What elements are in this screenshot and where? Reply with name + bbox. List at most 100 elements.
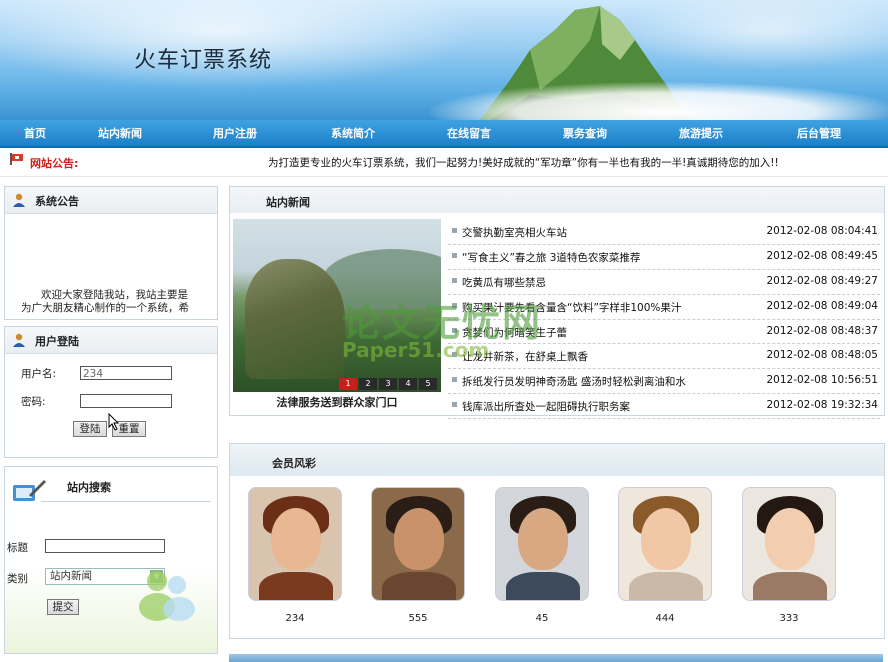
bullet-icon [452, 402, 457, 408]
list-item[interactable]: 拆纸发行员发明神奇汤匙 盛汤时轻松剥离油和水 2012-02-08 10:56:5… [448, 369, 880, 395]
title-label: 标题 [7, 542, 28, 554]
pager-1[interactable]: 1 [339, 378, 357, 390]
panel-title: 用户登陆 [35, 335, 79, 348]
avatar[interactable] [495, 487, 589, 601]
panel-header: 系统公告 [5, 187, 217, 214]
member-card[interactable]: 555 [371, 487, 465, 624]
avatar-body [506, 572, 580, 600]
main-nav: 首页 站内新闻 用户注册 系统简介 在线留言 票务查询 旅游提示 后台管理 [0, 120, 888, 148]
panel-header: 用户登陆 [5, 327, 217, 354]
site-title: 火车订票系统 [134, 48, 273, 73]
pager-2[interactable]: 2 [359, 378, 377, 390]
members-panel: 会员风彩 234 555 45 444 333 [229, 443, 885, 639]
member-name[interactable]: 555 [371, 613, 465, 624]
nav-ticket-query[interactable]: 票务查询 [563, 125, 607, 141]
pen-notebook-icon [13, 480, 46, 501]
nav-register[interactable]: 用户注册 [213, 125, 257, 141]
news-date: 2012-02-08 08:49:45 [766, 249, 878, 262]
notice-bar: 网站公告: 为打造更专业的火车订票系统，我们一起努力!美好成就的“军功章”你有一… [0, 148, 888, 177]
news-date: 2012-02-08 08:49:04 [766, 299, 878, 312]
avatar[interactable] [618, 487, 712, 601]
news-date: 2012-02-08 08:48:05 [766, 349, 878, 362]
list-item[interactable]: 吃黄瓜有哪些禁忌 2012-02-08 08:49:27 [448, 270, 880, 295]
news-image-caption[interactable]: 法律服务送到群众家门口 [230, 394, 444, 410]
avatar-body [629, 572, 703, 600]
user-icon [13, 333, 25, 347]
watermark-line2: Paper51.com [342, 338, 490, 362]
avatar-face [518, 508, 568, 570]
password-label: 密码: [21, 396, 46, 408]
notice-line: 为广大朋友精心制作的一个系统，希 [21, 302, 189, 314]
username-input[interactable]: 234 [80, 366, 172, 380]
news-date: 2012-02-08 08:48:37 [766, 324, 878, 337]
next-panel-header [229, 654, 883, 662]
header-banner: 火车订票系统 [0, 0, 888, 120]
bullet-icon [452, 377, 457, 383]
list-item[interactable]: “写食主义”春之旅 3道特色农家菜推荐 2012-02-08 08:49:45 [448, 245, 880, 270]
news-date: 2012-02-08 08:04:41 [766, 225, 878, 237]
rock-shape [245, 259, 345, 379]
pager-5[interactable]: 5 [419, 378, 437, 390]
member-card[interactable]: 444 [618, 487, 712, 624]
avatar-face [765, 508, 815, 570]
news-date: 2012-02-08 08:49:27 [766, 274, 878, 287]
avatar-body [259, 572, 333, 600]
list-item[interactable]: 交警执勤室亮相火车站 2012-02-08 08:04:41 [448, 220, 880, 245]
bullet-icon [452, 228, 457, 233]
login-button[interactable]: 登陆 [73, 421, 107, 437]
member-name[interactable]: 333 [742, 613, 836, 624]
search-panel: 站内搜索 标题 类别 站内新闻 ▼ 提交 [4, 466, 218, 654]
avatar[interactable] [248, 487, 342, 601]
nav-home[interactable]: 首页 [24, 125, 46, 141]
system-notice-panel: 系统公告 欢迎大家登陆我站，我站主要是 为广大朋友精心制作的一个系统，希 [4, 186, 218, 320]
notice-label: 网站公告: [30, 157, 79, 170]
news-date: 2012-02-08 10:56:51 [766, 374, 878, 387]
news-title[interactable]: 拆纸发行员发明神奇汤匙 盛汤时轻松剥离油和水 [462, 374, 686, 389]
category-value: 站内新闻 [50, 570, 92, 582]
avatar[interactable] [742, 487, 836, 601]
member-card[interactable]: 333 [742, 487, 836, 624]
member-card[interactable]: 45 [495, 487, 589, 624]
pager-4[interactable]: 4 [399, 378, 417, 390]
avatar[interactable] [371, 487, 465, 601]
news-title[interactable]: “写食主义”春之旅 3道特色农家菜推荐 [462, 250, 640, 265]
panel-title: 系统公告 [35, 195, 79, 208]
bullet-icon [452, 252, 457, 258]
avatar-face [271, 508, 321, 570]
member-card[interactable]: 234 [248, 487, 342, 624]
flag-icon [10, 153, 23, 165]
member-name[interactable]: 234 [248, 613, 342, 624]
submit-button[interactable]: 提交 [47, 599, 79, 615]
pager-3[interactable]: 3 [379, 378, 397, 390]
search-title-input[interactable] [45, 539, 165, 553]
nav-guestbook[interactable]: 在线留言 [447, 125, 491, 141]
notice-line: 欢迎大家登陆我站，我站主要是 [41, 289, 188, 301]
panel-title: 会员风彩 [272, 457, 316, 470]
slideshow-pager: 1 2 3 4 5 [339, 378, 437, 390]
news-title[interactable]: 钱库派出所查处一起阻碍执行职务案 [462, 399, 630, 414]
news-title[interactable]: 吃黄瓜有哪些禁忌 [462, 275, 546, 290]
news-panel: 站内新闻 1 2 3 4 5 法律服务送到群众家门口 交警执勤室亮相火车站 201… [229, 186, 885, 420]
nav-travel-tips[interactable]: 旅游提示 [679, 125, 723, 141]
divider [41, 501, 211, 502]
nav-admin[interactable]: 后台管理 [797, 125, 841, 141]
avatar-body [753, 572, 827, 600]
category-label: 类别 [7, 573, 28, 585]
nav-news[interactable]: 站内新闻 [98, 125, 142, 141]
nav-about[interactable]: 系统简介 [331, 125, 375, 141]
username-label: 用户名: [21, 368, 57, 380]
panel-title: 站内新闻 [266, 196, 310, 209]
panel-header: 会员风彩 [230, 444, 884, 476]
list-item[interactable]: 钱库派出所查处一起阻碍执行职务案 2012-02-08 19:32:34 [448, 394, 880, 420]
member-name[interactable]: 45 [495, 613, 589, 624]
bullet-icon [452, 277, 457, 283]
panel-title: 站内搜索 [67, 481, 111, 494]
password-input[interactable] [80, 394, 172, 408]
panel-header: 站内新闻 [230, 187, 884, 213]
system-notice-text: 欢迎大家登陆我站，我站主要是 为广大朋友精心制作的一个系统，希 [21, 289, 217, 315]
member-name[interactable]: 444 [618, 613, 712, 624]
msn-people-icon [139, 571, 195, 621]
notice-text: 为打造更专业的火车订票系统，我们一起努力!美好成就的“军功章”你有一半也有我的一… [268, 157, 779, 169]
avatar-body [382, 572, 456, 600]
news-title[interactable]: 交警执勤室亮相火车站 [462, 225, 567, 240]
